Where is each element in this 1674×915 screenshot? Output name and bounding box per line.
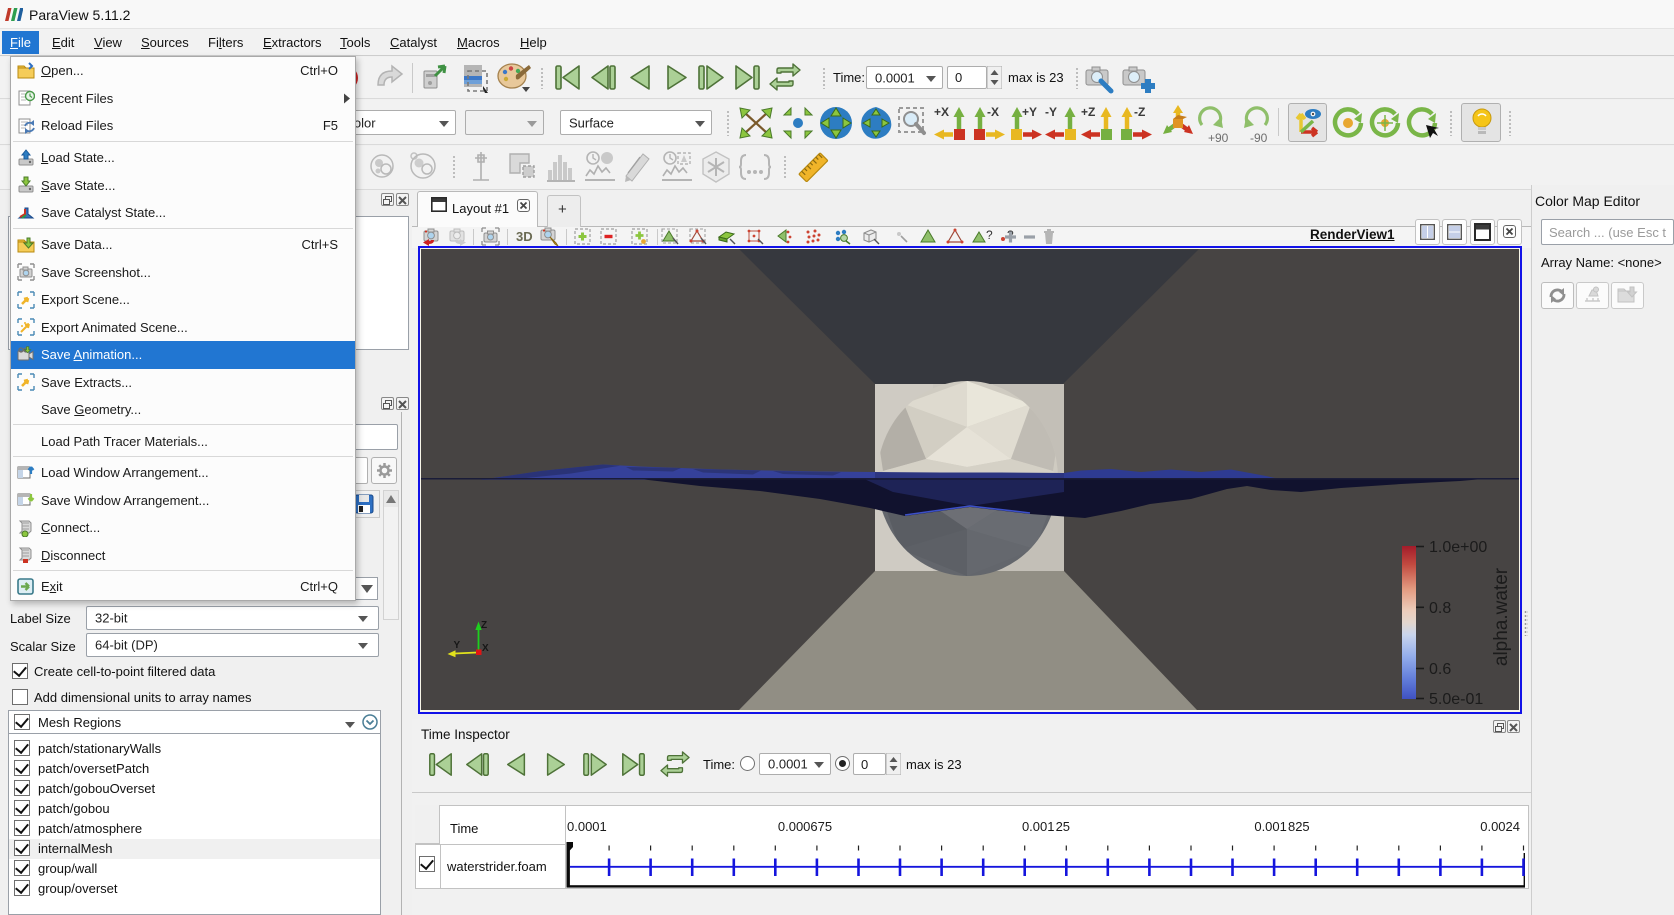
svg-text:+90: +90	[1208, 131, 1229, 143]
svg-text:0.8: 0.8	[1429, 600, 1451, 617]
svg-text:X: X	[482, 643, 489, 654]
svg-text:0.0024: 0.0024	[1480, 819, 1520, 834]
svg-text:0.000675: 0.000675	[778, 819, 832, 834]
svg-text:+Z: +Z	[1081, 105, 1095, 119]
svg-text:?: ?	[986, 228, 993, 242]
svg-text:5.0e-01: 5.0e-01	[1429, 691, 1483, 708]
svg-text:Y: Y	[454, 640, 461, 651]
svg-text:+X: +X	[934, 105, 949, 119]
svg-text:-X: -X	[987, 105, 999, 119]
svg-text:1.0e+00: 1.0e+00	[1429, 539, 1487, 556]
svg-text:alpha.water: alpha.water	[1491, 567, 1512, 666]
svg-text:0.001 25: 0.001 25	[1022, 819, 1070, 834]
svg-text:0.001 825: 0.001 825	[1254, 819, 1309, 834]
svg-text:0.6: 0.6	[1429, 661, 1451, 678]
svg-text:-Y: -Y	[1045, 105, 1057, 119]
svg-text:+Y: +Y	[1022, 105, 1037, 119]
svg-text:-Z: -Z	[1134, 105, 1145, 119]
svg-text:0.0001: 0.0001	[567, 819, 607, 834]
svg-text:Z: Z	[481, 620, 487, 631]
svg-text:-90: -90	[1250, 131, 1268, 143]
